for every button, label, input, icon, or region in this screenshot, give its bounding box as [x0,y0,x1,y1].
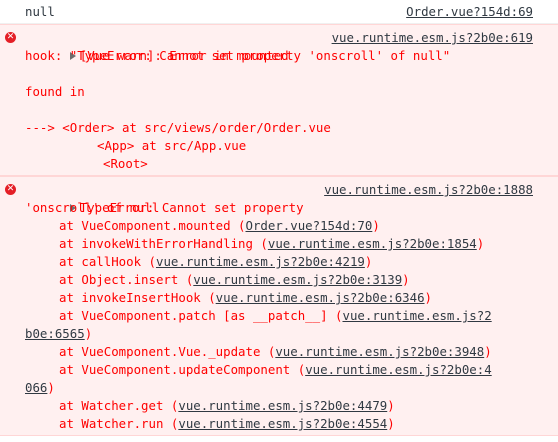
component-tree-line-order: ---> <Order> at src/views/order/Order.vu… [0,119,558,137]
error-message-continuation: hook: "TypeError: Cannot set property 'o… [25,48,451,63]
stack-frame-source-link[interactable]: vue.runtime.esm.js?2b0e:4479 [178,398,387,413]
stack-frame: at invokeInsertHook (vue.runtime.esm.js?… [0,289,558,307]
error-source-link[interactable]: vue.runtime.esm.js?2b0e:619 [332,29,533,47]
stack-frame: at VueComponent.patch [as __patch__] (vu… [0,307,558,325]
console-log-row: null Order.vue?154d:69 [0,0,558,24]
stack-frame-function: at Object.insert ( [59,272,194,287]
stack-frame-source-link[interactable]: vue.runtime.esm.js?2 [342,308,491,323]
stack-frame-close-paren: ) [364,254,373,269]
stack-frame-wrap: b0e:6565) [0,325,558,343]
error-header-line: ✕ TypeError: Cannot set property vue.runti… [0,181,558,215]
stack-frame-function: at Watcher.get ( [59,398,179,413]
found-in-label: found in [25,84,85,99]
component-tree-path: src/views/order/Order.vue [144,120,331,135]
stack-frame-close-paren: ) [484,344,492,359]
stack-frame-source-link[interactable]: vue.runtime.esm.js?2b0e:1854 [268,236,477,251]
error-header-line: ✕ [Vue warn]: Error in mounted vue.runtime… [0,29,558,63]
stack-frame-function: at invokeWithErrorHandling ( [59,236,268,251]
stack-frame: at Watcher.run (vue.runtime.esm.js?2b0e:… [0,415,558,433]
console-error-row-vue-warn: ✕ [Vue warn]: Error in mounted vue.runtime… [0,24,558,176]
error-message-line: 'onscroll' of null [25,200,160,215]
stack-frame-function: at VueComponent.updateComponent ( [59,362,306,377]
stack-frame-wrap: 066) [0,379,558,397]
stack-frame-close-paren: ) [424,290,432,305]
component-tree-prefix: ---> <Order> at [25,120,145,135]
stack-frame-close-paren: ) [476,236,485,251]
stack-frame-function: at VueComponent.Vue._update ( [59,344,276,359]
stack-frame: at VueComponent.Vue._update (vue.runtime… [0,343,558,361]
stack-frame-source-link[interactable]: vue.runtime.esm.js?2b0e:3948 [275,344,484,359]
stack-frame: at VueComponent.updateComponent (vue.run… [0,361,558,379]
stack-frame-close-paren: ) [84,326,93,341]
stack-frame-close-paren: ) [372,218,380,233]
stack-frame: at callHook (vue.runtime.esm.js?2b0e:421… [0,253,558,271]
stack-frame-source-link[interactable]: vue.runtime.esm.js?2b0e:4 [305,362,492,377]
stack-frame: at VueComponent.mounted (Order.vue?154d:… [0,217,558,235]
stack-frame-source-link[interactable]: b0e:6565 [25,326,85,341]
stack-frame-function: at Watcher.run ( [59,416,179,431]
log-source-link[interactable]: Order.vue?154d:69 [406,3,533,21]
stack-frame-source-link[interactable]: vue.runtime.esm.js?2b0e:4219 [156,254,365,269]
stack-frame-source-link[interactable]: vue.runtime.esm.js?2b0e:3139 [193,272,402,287]
stack-frame-source-link[interactable]: 066 [25,380,47,395]
stack-frame-close-paren: ) [402,272,410,287]
component-tree-line-root: <Root> [103,156,148,171]
error-circle-icon: ✕ [5,184,16,195]
stack-frame-function: at callHook ( [59,254,156,269]
stack-frame-source-link[interactable]: vue.runtime.esm.js?2b0e:6346 [216,290,425,305]
stack-frame: at invokeWithErrorHandling (vue.runtime.… [0,235,558,253]
error-circle-icon: ✕ [5,32,16,43]
console-error-row-typeerror: ✕ TypeError: Cannot set property vue.runti… [0,176,558,436]
stack-frame-source-link[interactable]: vue.runtime.esm.js?2b0e:4554 [178,416,387,431]
stack-frame-source-link[interactable]: Order.vue?154d:70 [246,218,373,233]
devtools-console: null Order.vue?154d:69 ✕ [Vue warn]: Erro… [0,0,558,442]
stack-frame-function: at invokeInsertHook ( [59,290,216,305]
stack-frame-function: at VueComponent.patch [as __patch__] ( [59,308,343,323]
stack-frame: at Watcher.get (vue.runtime.esm.js?2b0e:… [0,397,558,415]
component-tree-line-app: <App> at src/App.vue [97,138,247,153]
error-source-link[interactable]: vue.runtime.esm.js?2b0e:1888 [324,181,533,199]
error-message-line: hook: "TypeError: Cannot set property 'o… [0,47,558,65]
stack-frame: at Object.insert (vue.runtime.esm.js?2b0… [0,271,558,289]
stack-frame-close-paren: ) [387,416,395,431]
stack-trace: at VueComponent.mounted (Order.vue?154d:… [0,217,558,433]
stack-frame-function: at VueComponent.mounted ( [59,218,246,233]
stack-frame-close-paren: ) [47,380,55,395]
stack-frame-close-paren: ) [387,398,395,413]
log-message: null [25,4,55,19]
